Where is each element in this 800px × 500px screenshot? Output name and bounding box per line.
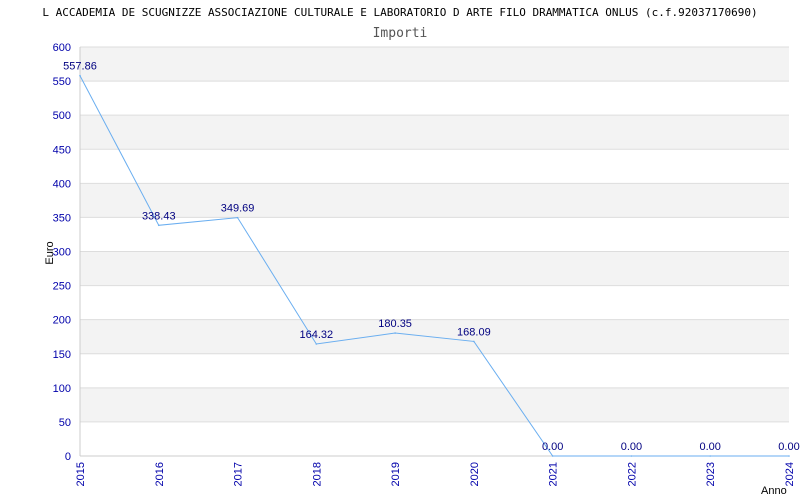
y-tick-label: 200: [53, 315, 71, 327]
grid-band: [80, 81, 789, 116]
chart-title: L ACCADEMIA DE SCUGNIZZE ASSOCIAZIONE CU…: [42, 6, 757, 19]
data-label: 338.43: [142, 210, 176, 222]
y-tick-label: 350: [53, 212, 71, 224]
grid-band: [80, 387, 789, 422]
x-axis-title: Anno: [761, 485, 787, 497]
grid-band: [80, 47, 789, 82]
x-tick-label: 2017: [233, 462, 245, 486]
data-point: [788, 455, 790, 457]
x-tick-label: 2020: [469, 462, 481, 486]
y-tick-label: 100: [53, 383, 71, 395]
data-label: 0.00: [542, 441, 563, 453]
y-tick-label: 150: [53, 349, 71, 361]
data-label: 0.00: [778, 441, 799, 453]
data-label: 180.35: [378, 318, 412, 330]
y-tick-label: 250: [53, 281, 71, 293]
data-point: [551, 455, 554, 457]
x-tick-label: 2016: [154, 462, 166, 486]
grid-band: [80, 149, 789, 184]
grid-band: [80, 285, 789, 320]
grid-band: [80, 353, 789, 388]
data-point: [157, 224, 160, 227]
x-axis-ticks: 2015 2016 2017 2018 2019 2020 2021 2022 2023 2024: [75, 462, 796, 486]
y-tick-label: 500: [53, 110, 71, 122]
y-tick-label: 50: [59, 417, 71, 429]
data-point: [394, 332, 396, 334]
y-axis-title: Euro: [44, 241, 56, 264]
data-label: 0.00: [700, 441, 721, 453]
x-tick-label: 2021: [548, 462, 560, 486]
y-tick-label: 600: [53, 42, 71, 54]
data-point: [79, 74, 81, 77]
data-point: [315, 343, 318, 345]
grid-band: [80, 183, 789, 218]
data-label: 349.69: [221, 203, 255, 215]
chart: 050100150200250300350400450500550600 201…: [42, 6, 799, 497]
data-point: [709, 455, 712, 457]
grid-band: [80, 421, 789, 456]
grid-band: [80, 319, 789, 354]
x-tick-label: 2024: [784, 462, 796, 486]
x-tick-label: 2018: [311, 462, 323, 486]
y-tick-label: 400: [53, 178, 71, 190]
chart-subtitle: Importi: [373, 26, 428, 41]
x-tick-label: 2022: [626, 462, 638, 486]
data-label: 168.09: [457, 326, 491, 338]
data-point: [236, 216, 239, 219]
y-tick-label: 0: [65, 451, 71, 463]
grid-band: [80, 251, 789, 286]
data-point: [630, 455, 633, 457]
x-tick-label: 2019: [390, 462, 402, 486]
data-point: [473, 340, 475, 343]
x-tick-label: 2023: [705, 462, 717, 486]
y-tick-label: 550: [53, 76, 71, 88]
grid-band: [80, 115, 789, 150]
data-label: 0.00: [621, 441, 642, 453]
data-label: 557.86: [63, 61, 97, 73]
y-tick-label: 450: [53, 144, 71, 156]
data-label: 164.32: [300, 329, 334, 341]
x-tick-label: 2015: [75, 462, 87, 486]
